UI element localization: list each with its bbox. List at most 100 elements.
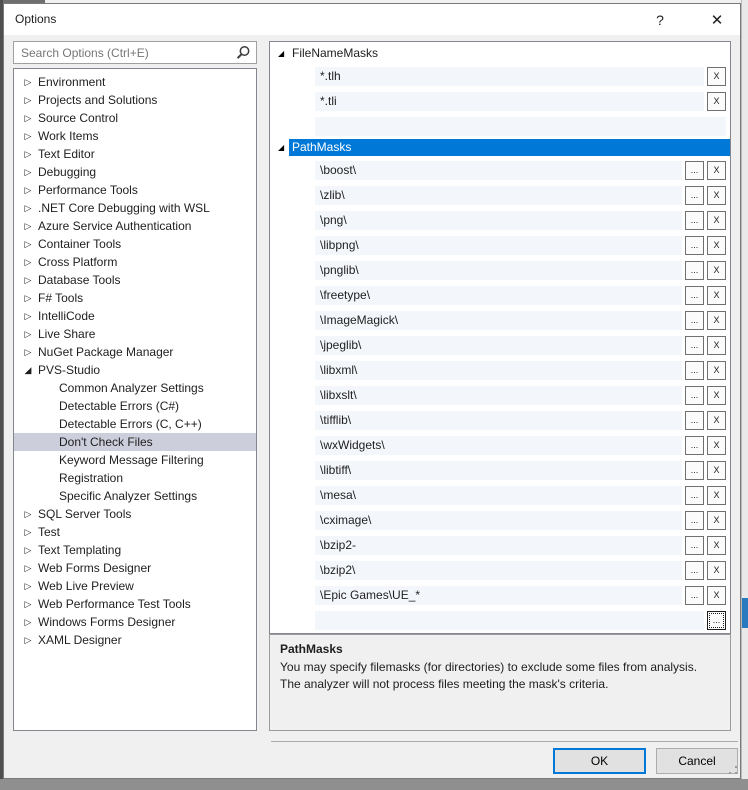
tree-item-debugging[interactable]: ▷Debugging [14,163,256,181]
remove-button[interactable]: X [707,561,726,580]
browse-button[interactable]: ... [685,536,704,555]
group-header-filenamemasks[interactable]: ◢FileNameMasks [270,45,730,62]
tree-item-azure-service-authentication[interactable]: ▷Azure Service Authentication [14,217,256,235]
ok-button[interactable]: OK [553,748,646,774]
expand-arrow-icon[interactable]: ▷ [22,217,34,235]
browse-button[interactable]: ... [685,361,704,380]
expand-arrow-icon[interactable]: ▷ [22,307,34,325]
mask-value-field[interactable]: *.tlh [315,67,704,86]
search-input[interactable]: Search Options (Ctrl+E) [13,41,257,64]
remove-button[interactable]: X [707,236,726,255]
tree-item-database-tools[interactable]: ▷Database Tools [14,271,256,289]
remove-button[interactable]: X [707,386,726,405]
tree-item-test[interactable]: ▷Test [14,523,256,541]
cancel-button[interactable]: Cancel [656,748,738,774]
tree-item-pvs-studio[interactable]: ◢PVS-Studio [14,361,256,379]
expand-arrow-icon[interactable]: ▷ [22,253,34,271]
mask-value-field[interactable] [315,611,704,630]
remove-button[interactable]: X [707,161,726,180]
expand-arrow-icon[interactable]: ▷ [22,541,34,559]
tree-item-intellicode[interactable]: ▷IntelliCode [14,307,256,325]
expand-arrow-icon[interactable]: ▷ [22,91,34,109]
browse-button[interactable]: ... [685,236,704,255]
collapse-arrow-icon[interactable]: ◢ [278,49,289,58]
remove-button[interactable]: X [707,361,726,380]
tree-item-sql-server-tools[interactable]: ▷SQL Server Tools [14,505,256,523]
mask-value-field[interactable]: *.tli [315,92,704,111]
browse-button[interactable]: ... [685,336,704,355]
tree-item-performance-tools[interactable]: ▷Performance Tools [14,181,256,199]
tree-item-container-tools[interactable]: ▷Container Tools [14,235,256,253]
expand-arrow-icon[interactable]: ▷ [22,73,34,91]
mask-value-field[interactable]: \libxml\ [315,361,682,380]
expand-arrow-icon[interactable]: ▷ [22,523,34,541]
tree-item-work-items[interactable]: ▷Work Items [14,127,256,145]
tree-item-live-share[interactable]: ▷Live Share [14,325,256,343]
remove-button[interactable]: X [707,92,726,111]
browse-button[interactable]: ... [685,161,704,180]
remove-button[interactable]: X [707,67,726,86]
expand-arrow-icon[interactable]: ▷ [22,181,34,199]
expand-arrow-icon[interactable]: ▷ [22,325,34,343]
remove-button[interactable]: X [707,486,726,505]
tree-item-source-control[interactable]: ▷Source Control [14,109,256,127]
mask-value-field[interactable]: \freetype\ [315,286,682,305]
tree-item-specific-analyzer-settings[interactable]: Specific Analyzer Settings [14,487,256,505]
browse-button[interactable]: ... [685,411,704,430]
mask-value-field[interactable]: \wxWidgets\ [315,436,682,455]
tree-item-common-analyzer-settings[interactable]: Common Analyzer Settings [14,379,256,397]
mask-value-field[interactable]: \zlib\ [315,186,682,205]
group-header-pathmasks[interactable]: ◢PathMasks [270,139,730,156]
mask-value-field[interactable]: \mesa\ [315,486,682,505]
remove-button[interactable]: X [707,536,726,555]
expand-arrow-icon[interactable]: ▷ [22,505,34,523]
remove-button[interactable]: X [707,211,726,230]
tree-item-web-performance-test-tools[interactable]: ▷Web Performance Test Tools [14,595,256,613]
expand-arrow-icon[interactable]: ▷ [22,343,34,361]
search-icon[interactable] [235,45,251,61]
expand-arrow-icon[interactable]: ▷ [22,595,34,613]
expand-arrow-icon[interactable]: ▷ [22,271,34,289]
tree-item-text-templating[interactable]: ▷Text Templating [14,541,256,559]
remove-button[interactable]: X [707,336,726,355]
expand-arrow-icon[interactable]: ▷ [22,559,34,577]
browse-button[interactable]: ... [685,436,704,455]
resize-grip[interactable] [727,764,739,776]
tree-item-text-editor[interactable]: ▷Text Editor [14,145,256,163]
browse-button[interactable]: ... [685,211,704,230]
tree-item-f-tools[interactable]: ▷F# Tools [14,289,256,307]
mask-value-field[interactable]: \png\ [315,211,682,230]
tree-item-don-t-check-files[interactable]: Don't Check Files [14,433,256,451]
tree-item-web-live-preview[interactable]: ▷Web Live Preview [14,577,256,595]
tree-item-keyword-message-filtering[interactable]: Keyword Message Filtering [14,451,256,469]
browse-button[interactable]: ... [685,461,704,480]
title-bar[interactable]: Options ? ✕ [4,4,740,35]
mask-value-field[interactable]: \boost\ [315,161,682,180]
mask-value-field[interactable]: \cximage\ [315,511,682,530]
remove-button[interactable]: X [707,436,726,455]
browse-button[interactable]: ... [685,386,704,405]
remove-button[interactable]: X [707,186,726,205]
expand-arrow-icon[interactable]: ▷ [22,199,34,217]
mask-value-field[interactable]: \tifflib\ [315,411,682,430]
expand-arrow-icon[interactable]: ▷ [22,631,34,649]
browse-button[interactable]: ... [707,611,726,630]
collapse-arrow-icon[interactable]: ◢ [278,143,289,152]
tree-item-cross-platform[interactable]: ▷Cross Platform [14,253,256,271]
remove-button[interactable]: X [707,311,726,330]
tree-item-windows-forms-designer[interactable]: ▷Windows Forms Designer [14,613,256,631]
mask-value-field[interactable]: \jpeglib\ [315,336,682,355]
mask-value-field[interactable]: \bzip2\ [315,561,682,580]
mask-value-field[interactable]: \libpng\ [315,236,682,255]
expand-arrow-icon[interactable]: ▷ [22,577,34,595]
mask-value-field[interactable]: \ImageMagick\ [315,311,682,330]
tree-item-detectable-errors-c[interactable]: Detectable Errors (C#) [14,397,256,415]
mask-value-field[interactable]: \Epic Games\UE_* [315,586,682,605]
remove-button[interactable]: X [707,411,726,430]
tree-item-environment[interactable]: ▷Environment [14,73,256,91]
expand-arrow-icon[interactable]: ▷ [22,289,34,307]
browse-button[interactable]: ... [685,311,704,330]
tree-item-detectable-errors-c-c[interactable]: Detectable Errors (C, C++) [14,415,256,433]
mask-value-field[interactable] [315,117,726,136]
browse-button[interactable]: ... [685,286,704,305]
